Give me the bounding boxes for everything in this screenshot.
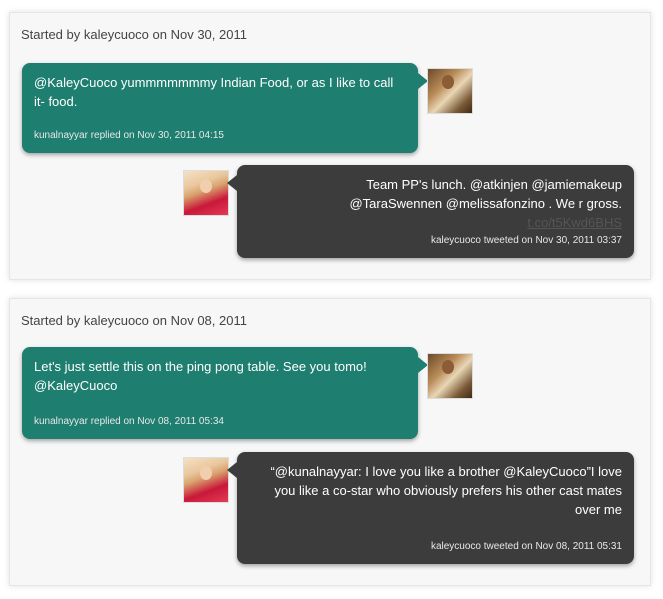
tweet-text-wrap: Team PP's lunch. @atkinjen @jamiemakeup … xyxy=(277,175,622,232)
kunalnayyar-avatar[interactable] xyxy=(427,353,473,399)
tweet-bubble: “@kunalnayyar: I love you like a brother… xyxy=(227,452,634,564)
kaleycuoco-avatar[interactable] xyxy=(183,457,229,503)
reply-bubble: Let's just settle this on the ping pong … xyxy=(22,347,428,439)
tweet-link[interactable]: t.co/t5Kwd6BHS xyxy=(527,215,622,230)
reply-meta: kunalnayyar replied on Nov 30, 2011 04:1… xyxy=(34,130,224,141)
avatar-face xyxy=(442,75,454,89)
avatar-face xyxy=(200,179,212,193)
reply-bubble: @KaleyCuoco yummmmmmmy Indian Food, or a… xyxy=(22,63,428,153)
reply-text: @KaleyCuoco yummmmmmmy Indian Food, or a… xyxy=(34,75,394,109)
tweet-meta: kaleycuoco tweeted on Nov 30, 2011 03:37 xyxy=(430,235,622,246)
tweet-text: “@kunalnayyar: I love you like a brother… xyxy=(270,464,622,517)
reply-meta: kunalnayyar replied on Nov 08, 2011 05:3… xyxy=(34,416,224,427)
conversation-card: Started by kaleycuoco on Nov 30, 2011 @K… xyxy=(9,12,651,280)
conversation-started-label: Started by kaleycuoco on Nov 30, 2011 xyxy=(21,27,247,42)
reply-text: Let's just settle this on the ping pong … xyxy=(34,359,367,393)
conversation-card: Started by kaleycuoco on Nov 08, 2011 Le… xyxy=(9,298,651,586)
conversation-started-label: Started by kaleycuoco on Nov 08, 2011 xyxy=(21,313,247,328)
tweet-text: Team PP's lunch. @atkinjen @jamiemakeup … xyxy=(349,177,622,211)
kaleycuoco-avatar[interactable] xyxy=(183,170,229,216)
avatar-face xyxy=(442,360,454,374)
tweet-meta: kaleycuoco tweeted on Nov 08, 2011 05:31 xyxy=(430,541,622,552)
tweet-bubble: Team PP's lunch. @atkinjen @jamiemakeup … xyxy=(227,165,634,258)
avatar-face xyxy=(200,466,212,480)
kunalnayyar-avatar[interactable] xyxy=(427,68,473,114)
